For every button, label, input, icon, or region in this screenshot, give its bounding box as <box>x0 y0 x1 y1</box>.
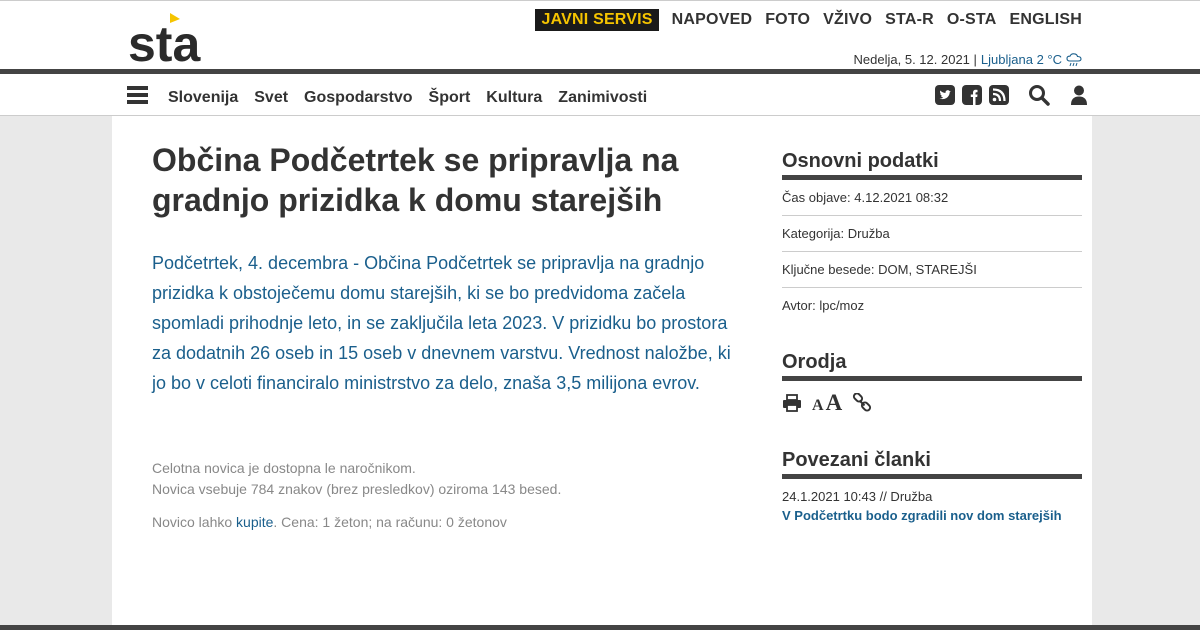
buy-link[interactable]: kupite <box>236 514 273 530</box>
purchase-prefix: Novico lahko <box>152 514 237 530</box>
related-article-link[interactable]: V Podčetrtku bodo zgradili nov dom stare… <box>782 508 1082 523</box>
article-title: Občina Podčetrtek se pripravlja na gradn… <box>152 142 679 218</box>
facebook-icon[interactable] <box>961 84 983 106</box>
top-nav-english[interactable]: ENGLISH <box>1009 11 1082 29</box>
rss-icon[interactable] <box>988 84 1010 106</box>
rain-cloud-icon <box>1066 52 1082 66</box>
twitter-icon[interactable] <box>934 84 956 106</box>
font-larger-icon[interactable]: A <box>826 390 843 416</box>
basic-data-title: Osnovni podatki <box>782 150 1082 180</box>
article-length-note: Novica vsebuje 784 znakov (brez presledk… <box>152 481 562 497</box>
nav-item-slovenija[interactable]: Slovenija <box>168 89 238 107</box>
top-nav-vzivo[interactable]: VŽIVO <box>823 11 872 29</box>
tools-panel: Orodja A A <box>782 351 1082 416</box>
current-date: Nedelja, 5. 12. 2021 | <box>853 52 977 67</box>
nav-icons <box>929 84 1090 106</box>
article-lead: Podčetrtek, 4. decembra - Občina Podčetr… <box>152 253 731 393</box>
logo-text: sta <box>128 16 201 65</box>
nav-item-kultura[interactable]: Kultura <box>486 89 542 107</box>
top-nav-o-sta[interactable]: O-STA <box>947 11 997 29</box>
footer-divider <box>0 625 1200 630</box>
nav-item-zanimivosti[interactable]: Zanimivosti <box>558 89 647 107</box>
sta-logo[interactable]: sta <box>128 11 218 65</box>
basic-data-panel: Osnovni podatki Čas objave: 4.12.2021 08… <box>782 150 1082 324</box>
top-header: sta JAVNI SERVIS NAPOVED FOTO VŽIVO STA-… <box>0 0 1200 70</box>
nav-item-svet[interactable]: Svet <box>254 89 288 107</box>
weather-link[interactable]: Ljubljana 2 °C <box>981 52 1062 67</box>
top-nav-javni-servis[interactable]: JAVNI SERVIS <box>535 9 659 31</box>
nav-item-sport[interactable]: Šport <box>429 89 471 107</box>
tools-row: A A <box>782 390 1082 416</box>
user-icon[interactable] <box>1068 84 1090 106</box>
hamburger-icon[interactable] <box>127 86 148 104</box>
article-content: Občina Podčetrtek se pripravlja na gradn… <box>112 116 1092 625</box>
nav-item-gospodarstvo[interactable]: Gospodarstvo <box>304 89 412 107</box>
publish-time: Čas objave: 4.12.2021 08:32 <box>782 180 1082 216</box>
search-icon[interactable] <box>1028 84 1050 106</box>
purchase-price: . Cena: 1 žeton; na računu: 0 žetonov <box>273 514 507 530</box>
related-title: Povezani članki <box>782 449 1082 479</box>
author: Avtor: lpc/moz <box>782 298 865 313</box>
keywords: Ključne besede: DOM, STAREJŠI <box>782 252 1082 288</box>
font-smaller-icon[interactable]: A <box>812 397 824 415</box>
print-icon[interactable] <box>782 394 802 412</box>
top-nav-sta-r[interactable]: STA-R <box>885 11 934 29</box>
main-navbar: Slovenija Svet Gospodarstvo Šport Kultur… <box>0 74 1200 116</box>
top-nav-napoved[interactable]: NAPOVED <box>672 11 753 29</box>
tools-title: Orodja <box>782 351 1082 381</box>
link-icon[interactable] <box>852 393 872 413</box>
category: Kategorija: Družba <box>782 216 1082 252</box>
purchase-line: Novico lahko kupite. Cena: 1 žeton; na r… <box>152 514 507 530</box>
date-weather-line: Nedelja, 5. 12. 2021 | Ljubljana 2 °C <box>854 52 1082 67</box>
subscription-info: Celotna novica je dostopna le naročnikom… <box>152 458 561 500</box>
related-articles-panel: Povezani članki 24.1.2021 10:43 // Družb… <box>782 449 1082 523</box>
related-meta: 24.1.2021 10:43 // Družba <box>782 489 933 504</box>
top-nav-foto[interactable]: FOTO <box>765 11 810 29</box>
subscriber-only-note: Celotna novica je dostopna le naročnikom… <box>152 460 416 476</box>
top-nav: JAVNI SERVIS NAPOVED FOTO VŽIVO STA-R O-… <box>535 9 1082 31</box>
section-nav: Slovenija Svet Gospodarstvo Šport Kultur… <box>168 89 647 107</box>
